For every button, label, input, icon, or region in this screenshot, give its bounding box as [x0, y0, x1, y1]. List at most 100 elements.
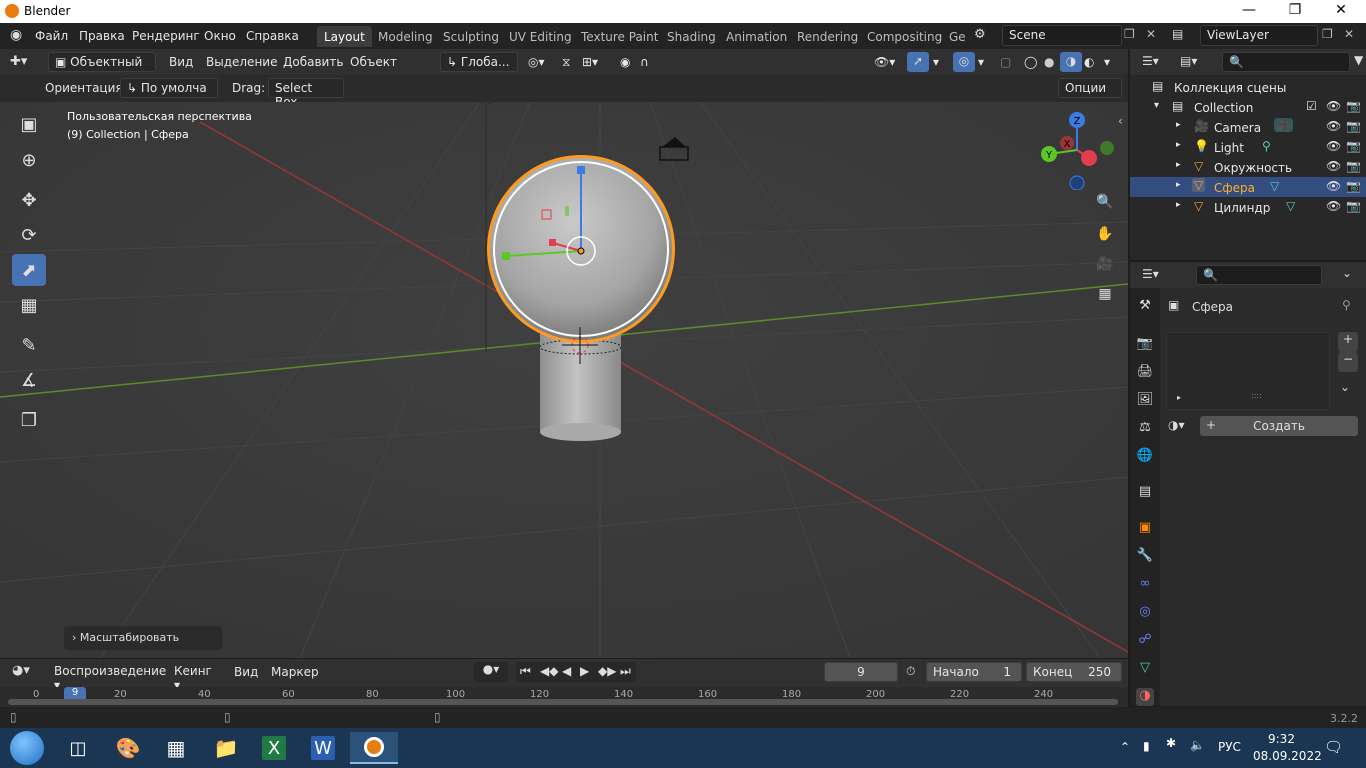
- language-indicator[interactable]: РУС: [1218, 740, 1241, 754]
- expand-icon[interactable]: ▸: [1176, 180, 1181, 190]
- keying-menu[interactable]: Кеинг ▾: [168, 662, 224, 692]
- render-camera-icon[interactable]: 📷: [1346, 139, 1361, 153]
- remove-slot-button[interactable]: −: [1338, 352, 1358, 372]
- proportional-edit-icon[interactable]: ◉: [620, 55, 630, 69]
- outliner-search-input[interactable]: 🔍: [1222, 52, 1350, 72]
- menu-render[interactable]: Рендеринг: [132, 29, 200, 43]
- mesh-data-icon[interactable]: ▽: [1286, 199, 1295, 213]
- pivot-icon[interactable]: ◎▾: [528, 55, 545, 69]
- properties-search-input[interactable]: 🔍: [1196, 265, 1322, 285]
- rendered-shading-icon[interactable]: ◐: [1084, 55, 1094, 69]
- material-browse-icon[interactable]: ◑▾: [1168, 418, 1185, 432]
- playback-menu[interactable]: Воспроизведение ▾: [48, 662, 166, 692]
- file-explorer-icon[interactable]: 📁: [206, 732, 246, 764]
- menu-object[interactable]: Объект: [350, 55, 397, 69]
- tab-modeling[interactable]: Modeling: [371, 26, 440, 47]
- render-camera-icon[interactable]: 📷: [1346, 99, 1361, 113]
- tab-more[interactable]: Ge: [942, 26, 973, 47]
- material-slot-list[interactable]: ▸ ::::: [1166, 332, 1330, 410]
- task-view-icon[interactable]: ◫: [58, 732, 98, 764]
- render-camera-icon[interactable]: 📷: [1346, 159, 1361, 173]
- menu-view[interactable]: Вид: [169, 55, 193, 69]
- physics-tab-icon[interactable]: ◎: [1136, 604, 1154, 622]
- outliner-editor-icon[interactable]: ☰▾: [1142, 54, 1159, 68]
- data-tab-icon[interactable]: ▽: [1136, 660, 1154, 678]
- scene-copy-icon[interactable]: ❐: [1124, 27, 1135, 41]
- collection-tab-icon[interactable]: ▤: [1136, 484, 1154, 502]
- timeline-ruler[interactable]: 0 9 20 40 60 80 100 120 140 160 180 200 …: [0, 687, 1128, 707]
- timeline-scrollbar[interactable]: [8, 699, 1118, 705]
- record-button[interactable]: ●▾: [474, 662, 508, 682]
- eye-icon[interactable]: 👁: [1326, 199, 1341, 213]
- outliner-scene-collection[interactable]: ▤ Коллекция сцены: [1130, 77, 1366, 97]
- rotate-tool-icon[interactable]: ⟳: [12, 219, 46, 251]
- viewlayer-copy-icon[interactable]: ❐: [1322, 27, 1333, 41]
- menu-file[interactable]: Файл: [35, 29, 68, 43]
- wireframe-shading-icon[interactable]: ◯: [1024, 55, 1037, 69]
- menu-help[interactable]: Справка: [246, 29, 299, 43]
- move-tool-icon[interactable]: ✥: [12, 184, 46, 216]
- eye-icon[interactable]: 👁: [1326, 119, 1341, 133]
- tab-sculpting[interactable]: Sculpting: [436, 26, 506, 47]
- viewlayer-icon[interactable]: ▤: [1172, 27, 1183, 41]
- output-tab-icon[interactable]: 🖨: [1136, 364, 1154, 382]
- scale-tool-icon[interactable]: ⬈: [12, 254, 46, 286]
- network-icon[interactable]: ✱: [1166, 736, 1176, 750]
- solid-shading-icon[interactable]: ●: [1044, 55, 1054, 69]
- expand-icon[interactable]: ▸: [1176, 120, 1181, 130]
- material-tab-icon[interactable]: ◑: [1136, 688, 1154, 706]
- expand-icon[interactable]: ▸: [1176, 200, 1181, 210]
- outliner-item-light[interactable]: ▸ 💡 Light ⚲ 👁 📷: [1130, 137, 1366, 157]
- new-material-button[interactable]: + Создать: [1200, 416, 1358, 436]
- jump-end-icon[interactable]: ⏭: [620, 664, 631, 679]
- eye-icon[interactable]: 👁: [1326, 179, 1341, 193]
- viewlayer-close-icon[interactable]: ✕: [1344, 27, 1354, 41]
- start-frame-field[interactable]: Начало 1: [926, 662, 1022, 682]
- minimize-button[interactable]: —: [1226, 2, 1272, 18]
- play-icon[interactable]: ▶: [580, 664, 589, 678]
- gizmo-toggle-icon[interactable]: ➚: [907, 52, 929, 72]
- resize-handle-icon[interactable]: ::::: [1251, 391, 1262, 400]
- tab-compositing[interactable]: Compositing: [860, 26, 949, 47]
- last-operation-panel[interactable]: › Масштабировать: [64, 626, 222, 650]
- scene-field[interactable]: Scene: [1002, 25, 1122, 46]
- menu-window[interactable]: Окно: [204, 29, 236, 43]
- expand-icon[interactable]: ▸: [1176, 160, 1181, 170]
- timeline-view-menu[interactable]: Вид: [234, 665, 258, 679]
- properties-editor-icon[interactable]: ☰▾: [1142, 267, 1159, 281]
- orientation-dropdown[interactable]: ↳ По умолча: [120, 78, 218, 98]
- filter-icon[interactable]: ▼: [1354, 53, 1363, 67]
- perspective-grid-icon[interactable]: ▦: [1094, 286, 1116, 308]
- current-frame-field[interactable]: 9: [824, 662, 898, 682]
- next-keyframe-icon[interactable]: ◆▶: [598, 664, 616, 678]
- select-box-tool-icon[interactable]: ▣: [12, 108, 46, 140]
- battery-icon[interactable]: ▮: [1143, 739, 1150, 753]
- annotate-tool-icon[interactable]: ✎: [12, 329, 46, 361]
- measure-tool-icon[interactable]: ∡: [12, 364, 46, 396]
- notifications-icon[interactable]: 🗨: [1324, 738, 1343, 756]
- mesh-data-icon[interactable]: ▽: [1270, 179, 1279, 193]
- viewlayer-field[interactable]: ViewLayer: [1200, 25, 1318, 46]
- particles-tab-icon[interactable]: ∞: [1136, 576, 1154, 594]
- tab-layout[interactable]: Layout: [317, 26, 372, 47]
- paint-app-icon[interactable]: 🎨: [108, 732, 148, 764]
- start-button[interactable]: [4, 731, 50, 765]
- play-reverse-icon[interactable]: ◀: [562, 664, 571, 678]
- timeline-marker-menu[interactable]: Маркер: [271, 665, 319, 679]
- eye-icon[interactable]: 👁: [1326, 159, 1341, 173]
- tool-tab-icon[interactable]: ⚒: [1136, 298, 1154, 316]
- restore-button[interactable]: ❐: [1272, 2, 1318, 18]
- render-camera-icon[interactable]: 📷: [1346, 179, 1361, 193]
- overlay-toggle-icon[interactable]: ◎: [953, 52, 975, 72]
- mode-dropdown[interactable]: ▣ Объектный ...: [48, 52, 156, 83]
- scene-close-icon[interactable]: ✕: [1146, 27, 1156, 41]
- transform-orientation-dropdown[interactable]: ↳ Глоба...: [440, 52, 518, 72]
- modifier-tab-icon[interactable]: 🔧: [1136, 548, 1154, 566]
- expand-icon[interactable]: ▸: [1176, 140, 1181, 150]
- calculator-app-icon[interactable]: ▦: [156, 732, 196, 764]
- editor-type-icon[interactable]: ✚▾: [10, 54, 27, 69]
- cursor-tool-icon[interactable]: ⊕: [12, 144, 46, 176]
- outliner-item-camera[interactable]: ▸ 🎥 Camera 🎥 👁 📷: [1130, 117, 1366, 137]
- zoom-icon[interactable]: 🔍: [1094, 194, 1116, 216]
- clock-date[interactable]: 08.09.2022: [1253, 749, 1322, 763]
